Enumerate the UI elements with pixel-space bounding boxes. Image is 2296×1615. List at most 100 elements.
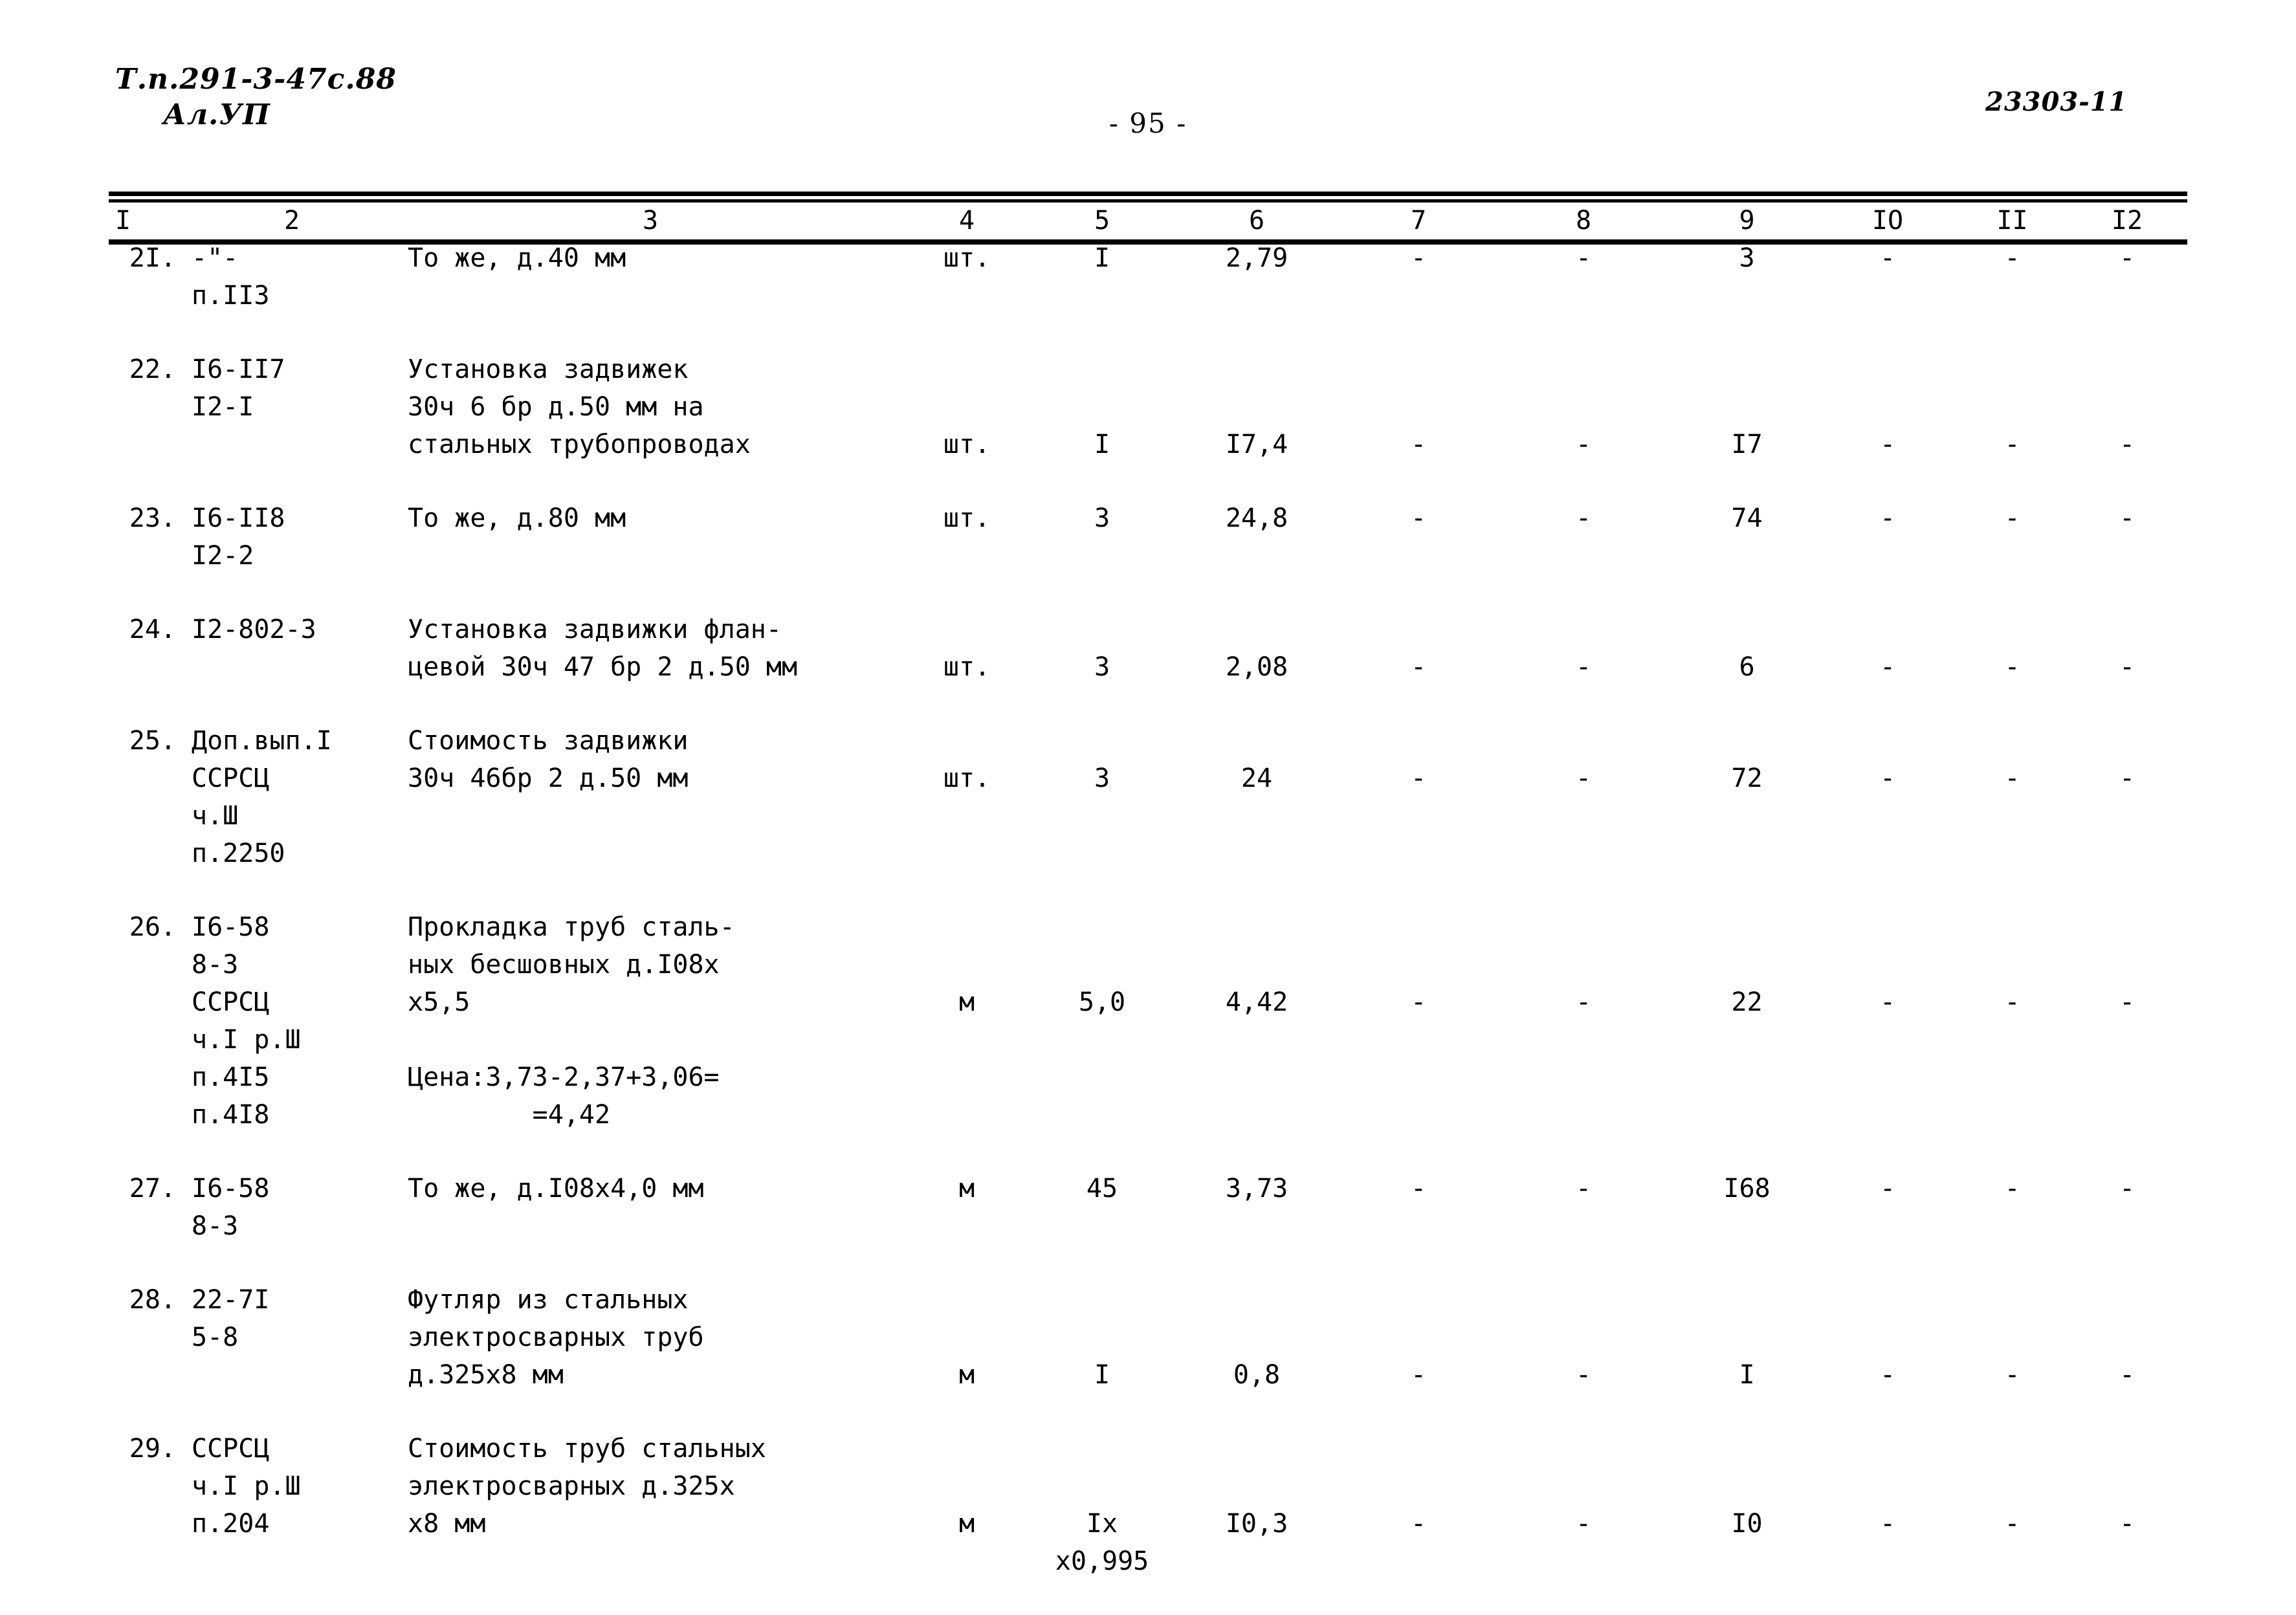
col-10-cell: - xyxy=(1823,351,1952,463)
col-11-cell: - xyxy=(1952,1430,2072,1543)
col-10-value: - xyxy=(1879,987,1896,1017)
description: Стоимость задвижки 30ч 46бр 2 д.50 мм xyxy=(408,722,902,797)
table-row[interactable]: 28. 22-7I 5-8 Футляр из стальных электросвар… xyxy=(109,1281,2187,1394)
col-11-cell: - xyxy=(1952,500,2072,537)
col-8-value: - xyxy=(1575,1509,1592,1539)
quantity-value: 3 xyxy=(1094,503,1110,533)
unit-price-value: 3,73 xyxy=(1225,1174,1288,1203)
unit-price: 24 xyxy=(1173,722,1341,797)
norm-code: I6-II8 I2-2 xyxy=(192,500,399,575)
description: Установка задвижек 30ч 6 бр д.50 мм на ста… xyxy=(408,351,902,463)
quantity-value: 3 xyxy=(1094,652,1110,682)
description-line: цевой 30ч 47 бр 2 д.50 мм xyxy=(408,652,798,682)
col-7-cell: - xyxy=(1341,1430,1496,1543)
unit-price-value: 4,42 xyxy=(1225,987,1288,1017)
quantity: Iх х0,995 xyxy=(1032,1430,1173,1580)
col-10-value: - xyxy=(1879,1174,1896,1203)
unit-price: I0,3 xyxy=(1173,1430,1341,1543)
description-line: =4,42 xyxy=(408,1100,611,1130)
unit-price-cell: 2,08 xyxy=(1173,611,1341,686)
norm-code: 22-7I 5-8 xyxy=(192,1281,399,1356)
table-row[interactable]: 25. Доп.вып.I ССРСЦ ч.Ш п.2250 Стоимость задв… xyxy=(109,722,2187,872)
col-10-value: - xyxy=(1879,652,1896,682)
unit-price: 4,42 xyxy=(1173,908,1341,1021)
col-10: - xyxy=(1823,1281,1952,1394)
col-11: - xyxy=(1952,351,2072,463)
quantity: 3 xyxy=(1032,500,1173,537)
total-cost-value: 22 xyxy=(1731,987,1763,1017)
unit-price-cell: 24 xyxy=(1173,722,1341,797)
total-cost-value: I xyxy=(1739,1360,1755,1390)
unit-price-value: 24 xyxy=(1241,764,1273,793)
description-line: х5,5 xyxy=(408,987,470,1017)
norm-code-line: ч.I р.Ш xyxy=(192,1025,301,1055)
col-8-value: - xyxy=(1575,243,1592,273)
table-row[interactable]: 23. I6-II8 I2-2 То же, д.80 мм шт. 3 24,8 - - 74 -… xyxy=(109,500,2187,575)
norm-code-line: 8-3 xyxy=(192,950,239,980)
col-7-value: - xyxy=(1410,764,1427,793)
table-row[interactable]: 24. I2-802-3 Установка задвижки флан-цевой… xyxy=(109,611,2187,686)
col-12: - xyxy=(2072,722,2182,797)
description-line: Футляр из стальных xyxy=(408,1285,689,1315)
description: То же, д.I08х4,0 мм xyxy=(408,1170,902,1207)
total-cost: I0 xyxy=(1671,1430,1823,1543)
table-row[interactable]: 22. I6-II7 I2-I Установка задвижек 30ч 6 бр … xyxy=(109,351,2187,463)
table-row[interactable]: 26. I6-58 8-3 ССРСЦ ч.I р.Ш п.4I5 п.4I8 Проклад… xyxy=(109,908,2187,1134)
col-11: - xyxy=(1952,611,2072,686)
col-7-value: - xyxy=(1410,243,1427,273)
norm-code-line: ССРСЦ xyxy=(192,764,270,793)
row-number-text: 27. xyxy=(129,1174,176,1203)
norm-code: I6-58 8-3 ССРСЦ ч.I р.Ш п.4I5 п.4I8 xyxy=(192,908,399,1134)
quantity-cell: I xyxy=(1032,239,1173,277)
col-12-cell: - xyxy=(2072,1281,2182,1394)
norm-code-line: I6-58 xyxy=(192,1174,270,1203)
total-cost-value: 72 xyxy=(1731,764,1763,793)
archive-code: 23303-11 xyxy=(1985,87,2128,117)
table-row[interactable]: 2I. -"- п.II3 То же, д.40 мм шт. I 2,79 - - 3 - - - xyxy=(109,239,2187,314)
description-line: То же, д.80 мм xyxy=(408,503,626,533)
unit-cell: м xyxy=(902,1430,1032,1543)
row-number: 28. xyxy=(109,1281,185,1319)
col-11-value: - xyxy=(2004,1174,2020,1203)
col-7: - xyxy=(1341,500,1496,537)
col-10: - xyxy=(1823,908,1952,1021)
unit-cell: шт. xyxy=(902,722,1032,797)
row-number-text: 29. xyxy=(129,1434,176,1464)
norm-code-cell: 22-7I 5-8 xyxy=(185,1281,399,1356)
unit-value: м xyxy=(958,987,975,1017)
col-7: - xyxy=(1341,1281,1496,1394)
col-8-cell: - xyxy=(1496,500,1671,537)
total-cost-cell: 74 xyxy=(1671,500,1823,537)
quantity-value: I xyxy=(1094,243,1110,273)
quantity: 3 xyxy=(1032,611,1173,686)
col-7-cell: - xyxy=(1341,908,1496,1021)
table-header-row: I 2 3 4 5 6 7 8 9 IO II I2 xyxy=(109,202,2187,239)
unit-value: м xyxy=(958,1509,975,1539)
col-8-value: - xyxy=(1575,652,1592,682)
table-row[interactable]: 27. I6-58 8-3 То же, д.I08х4,0 мм м 45 3,73 - - I… xyxy=(109,1170,2187,1245)
norm-code-cell: ССРСЦ ч.I р.Ш п.204 xyxy=(185,1430,399,1543)
col-11-value: - xyxy=(2004,987,2020,1017)
col-11-cell: - xyxy=(1952,908,2072,1021)
unit-value: шт. xyxy=(943,652,991,682)
norm-code-cell: I6-II8 I2-2 xyxy=(185,500,399,575)
table-row[interactable]: 29. ССРСЦ ч.I р.Ш п.204 Стоимость труб сталь… xyxy=(109,1430,2187,1580)
col-11: - xyxy=(1952,239,2072,277)
column-header-6: 6 xyxy=(1248,206,1265,236)
col-8: - xyxy=(1496,1170,1671,1207)
